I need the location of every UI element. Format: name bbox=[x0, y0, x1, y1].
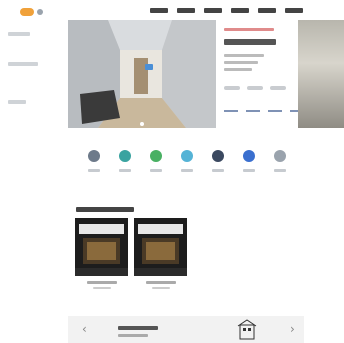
bus-icon bbox=[212, 150, 224, 162]
water-icon bbox=[181, 150, 193, 162]
main-menu bbox=[150, 8, 303, 13]
home-icon bbox=[88, 150, 100, 162]
card-chip[interactable] bbox=[247, 86, 264, 90]
banner-title bbox=[118, 326, 158, 330]
person-icon bbox=[243, 150, 255, 162]
card-chip[interactable] bbox=[224, 86, 240, 90]
category-label bbox=[274, 169, 286, 172]
building-icon bbox=[237, 319, 257, 340]
carousel-prev-slide[interactable] bbox=[0, 20, 68, 128]
menu-dot-icon bbox=[37, 8, 43, 15]
category-label bbox=[243, 169, 255, 172]
card-stat bbox=[246, 104, 260, 112]
hero-info-card[interactable] bbox=[216, 20, 304, 128]
category-item[interactable] bbox=[115, 150, 135, 172]
hero-carousel bbox=[0, 20, 344, 128]
more-icon bbox=[274, 150, 286, 162]
ship-icon bbox=[119, 150, 131, 162]
section-card[interactable] bbox=[134, 218, 187, 289]
category-item[interactable] bbox=[270, 150, 290, 172]
card-stat bbox=[224, 104, 238, 112]
category-item[interactable] bbox=[239, 150, 259, 172]
card-stats bbox=[224, 104, 304, 112]
logo-mark-icon bbox=[20, 7, 34, 16]
banner-prev-arrow-icon[interactable]: ‹ bbox=[82, 322, 87, 336]
menu-item[interactable] bbox=[285, 8, 303, 13]
category-label bbox=[181, 169, 193, 172]
card-photo bbox=[75, 218, 128, 276]
category-item[interactable] bbox=[208, 150, 228, 172]
section-cards bbox=[75, 218, 187, 289]
menu-item[interactable] bbox=[204, 8, 222, 13]
card-stat bbox=[268, 104, 282, 112]
card-row bbox=[224, 61, 258, 64]
category-label bbox=[119, 169, 131, 172]
category-label bbox=[88, 169, 100, 172]
card-caption bbox=[86, 281, 117, 284]
card-caption bbox=[145, 281, 176, 284]
section-card[interactable] bbox=[75, 218, 128, 289]
plant-icon bbox=[150, 150, 162, 162]
menu-item[interactable] bbox=[258, 8, 276, 13]
category-label bbox=[150, 169, 162, 172]
card-chip[interactable] bbox=[270, 86, 287, 90]
category-label bbox=[212, 169, 224, 172]
category-item[interactable] bbox=[146, 150, 166, 172]
section-title bbox=[76, 207, 134, 212]
category-item[interactable] bbox=[177, 150, 197, 172]
card-subtext bbox=[92, 287, 111, 289]
card-row bbox=[224, 54, 264, 57]
menu-item[interactable] bbox=[177, 8, 195, 13]
bottom-banner[interactable]: ‹ › bbox=[68, 316, 304, 343]
banner-subtitle bbox=[118, 334, 148, 337]
category-row bbox=[84, 150, 290, 172]
card-tag bbox=[224, 28, 274, 31]
card-row bbox=[224, 68, 252, 71]
corridor-photo bbox=[68, 20, 216, 128]
menu-item[interactable] bbox=[231, 8, 249, 13]
card-title bbox=[224, 39, 276, 45]
category-item[interactable] bbox=[84, 150, 104, 172]
menu-item[interactable] bbox=[150, 8, 168, 13]
carousel-next-slide[interactable] bbox=[298, 20, 344, 128]
banner-next-arrow-icon[interactable]: › bbox=[290, 322, 295, 336]
card-subtext bbox=[151, 287, 170, 289]
card-photo bbox=[134, 218, 187, 276]
site-logo[interactable] bbox=[20, 6, 46, 17]
hero-photo[interactable] bbox=[68, 20, 216, 128]
top-nav bbox=[0, 0, 344, 22]
